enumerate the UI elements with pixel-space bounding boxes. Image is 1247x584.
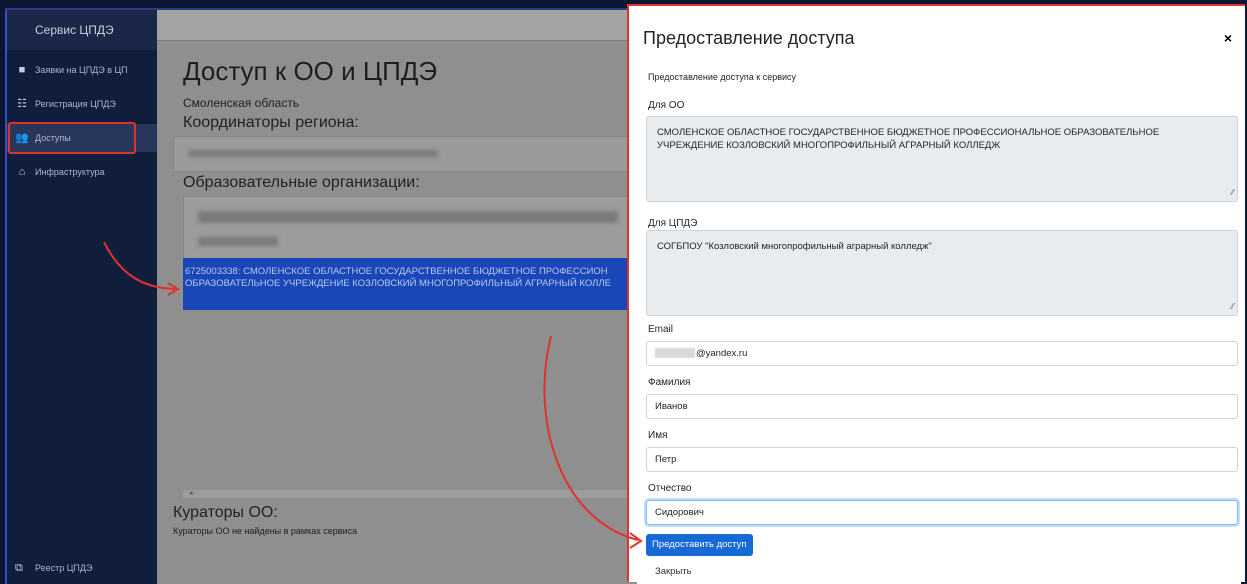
blurred-text: [198, 237, 278, 246]
horizontal-scrollbar[interactable]: ◂: [183, 490, 635, 498]
modal-subtitle: Предоставление доступа к сервису: [648, 72, 797, 82]
sidebar: Сервис ЦПДЭ ■ Заявки на ЦПДЭ в ЦП ☷ Реги…: [5, 10, 157, 584]
close-link[interactable]: Закрыть: [655, 566, 692, 577]
sidebar-item-requests[interactable]: ■ Заявки на ЦПДЭ в ЦП: [7, 56, 157, 84]
sidebar-item-label: Заявки на ЦПДЭ в ЦП: [35, 65, 128, 75]
first-name-field[interactable]: Петр: [646, 447, 1238, 472]
main-content: Доступ к ОО и ЦПДЭ Смоленская область Ко…: [157, 10, 637, 584]
cpde-textarea[interactable]: СОГБПОУ "Козловский многопрофильный агра…: [646, 230, 1238, 316]
oo-value: СМОЛЕНСКОЕ ОБЛАСТНОЕ ГОСУДАРСТВЕННОЕ БЮД…: [657, 127, 1160, 151]
external-link-icon: ⧉: [15, 562, 23, 574]
briefcase-icon: ■: [18, 64, 26, 76]
sidebar-footer-registry[interactable]: ⧉ Реестр ЦПДЭ: [7, 556, 157, 580]
sidebar-footer-label: Реестр ЦПДЭ: [35, 563, 93, 573]
coordinators-list: [173, 136, 635, 172]
selected-org-line: ОБРАЗОВАТЕЛЬНОЕ УЧРЕЖДЕНИЕ КОЗЛОВСКИЙ МН…: [185, 278, 611, 289]
patronymic-field[interactable]: Сидорович: [646, 500, 1238, 525]
email-value: @yandex.ru: [696, 348, 748, 359]
curators-heading: Кураторы ОО:: [173, 504, 278, 521]
patronymic-label: Отчество: [648, 483, 692, 494]
sidebar-title: Сервис ЦПДЭ: [7, 10, 157, 50]
orgs-list[interactable]: [183, 196, 637, 260]
oo-textarea[interactable]: СМОЛЕНСКОЕ ОБЛАСТНОЕ ГОСУДАРСТВЕННОЕ БЮД…: [646, 116, 1238, 202]
patronymic-value: Сидорович: [655, 507, 704, 518]
grant-access-button[interactable]: Предоставить доступ: [646, 534, 753, 556]
home-icon: ⌂: [18, 166, 26, 178]
modal-title: Предоставление доступа: [643, 28, 855, 48]
sidebar-item-label: Регистрация ЦПДЭ: [35, 99, 116, 109]
selected-org-line: 6725003338: СМОЛЕНСКОЕ ОБЛАСТНОЕ ГОСУДАР…: [185, 266, 608, 277]
email-field[interactable]: @yandex.ru: [646, 341, 1238, 366]
top-bar: [157, 10, 637, 41]
list-icon: ☷: [17, 98, 27, 110]
page-title: Доступ к ОО и ЦПДЭ: [183, 56, 438, 86]
cpde-value: СОГБПОУ "Козловский многопрофильный агра…: [657, 241, 932, 252]
close-icon[interactable]: ×: [1221, 30, 1235, 46]
first-name-label: Имя: [648, 430, 668, 441]
last-name-field[interactable]: Иванов: [646, 394, 1238, 419]
blurred-text: [188, 150, 438, 157]
resize-handle-icon[interactable]: ⁄⁄: [1231, 186, 1234, 199]
coordinators-heading: Координаторы региона:: [183, 114, 359, 131]
sidebar-item-label: Инфраструктура: [35, 167, 105, 177]
first-name-value: Петр: [655, 454, 677, 465]
cpde-label: Для ЦПДЭ: [648, 218, 698, 229]
access-modal: Предоставление доступа × Предоставление …: [627, 4, 1245, 582]
users-icon: 👥: [15, 132, 29, 144]
sidebar-item-registration[interactable]: ☷ Регистрация ЦПДЭ: [7, 90, 157, 118]
resize-handle-icon[interactable]: ⁄⁄: [1231, 300, 1234, 313]
blurred-text: [198, 211, 618, 223]
sidebar-item-access[interactable]: 👥 Доступы: [7, 122, 157, 154]
sidebar-item-infrastructure[interactable]: ⌂ Инфраструктура: [7, 158, 157, 186]
curators-empty-text: Кураторы ОО не найдены в рамках сервиса: [173, 526, 358, 536]
region-name: Смоленская область: [183, 96, 300, 110]
email-label: Email: [648, 324, 674, 335]
redacted-block: [655, 348, 695, 359]
orgs-heading: Образовательные организации:: [183, 174, 420, 191]
oo-label: Для ОО: [648, 100, 685, 111]
last-name-label: Фамилия: [648, 377, 691, 388]
selected-org-row[interactable]: 6725003338: СМОЛЕНСКОЕ ОБЛАСТНОЕ ГОСУДАР…: [183, 258, 635, 310]
last-name-value: Иванов: [655, 401, 688, 412]
